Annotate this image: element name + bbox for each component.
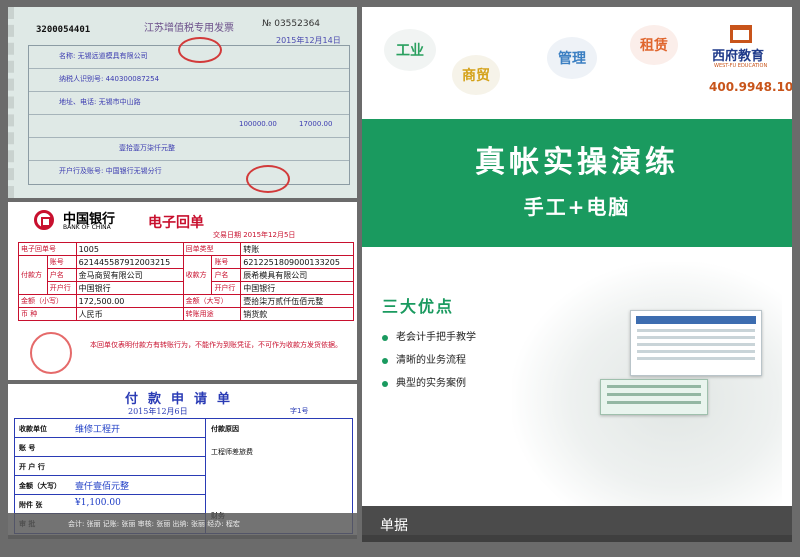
reason-value: 工程师差旅费 [211, 448, 253, 456]
invoice-total: 壹拾壹万柒仟元整 [119, 144, 175, 152]
payee-bank: 中国银行 [240, 281, 354, 295]
invoice-row-text: 名称: 无锡远道模具有限公司 [59, 52, 148, 60]
invoice-title: 江苏增值税专用发票 [144, 23, 234, 34]
payment-row: 账 号 [15, 438, 205, 457]
payee-account-label: 账号 [211, 255, 242, 269]
payer-name: 金马商贸有限公司 [75, 268, 184, 282]
payee-bank-label: 开户行 [211, 281, 242, 295]
brand-name: 西府教育 [712, 49, 765, 64]
advantage-item: 清晰的业务流程 [382, 354, 476, 377]
payee-label: 收款方 [182, 255, 213, 295]
advantage-item: 典型的实务案例 [382, 377, 476, 400]
phone-number: 400.9948.100 [709, 80, 792, 94]
bank-receipt: 中国银行 BANK OF CHINA 电子回单 交易日期 2015年12月5日 … [8, 202, 357, 380]
row-value: 维修工程开 [75, 425, 121, 435]
invoice-amount: 100000.00 [239, 120, 277, 128]
invoice-tax: 17000.00 [299, 120, 333, 128]
left-column: 3200054401 江苏增值税专用发票 № 03552364 2015年12月… [8, 7, 357, 535]
invoice-grid: 名称: 无锡远道模具有限公司 纳税人识别号: 440300087254 地址、电… [28, 45, 350, 185]
receipt-no-label: 电子回单号 [18, 242, 77, 256]
payee-name-label: 户名 [211, 268, 242, 282]
amount-upper: 壹拾柒万贰仟伍佰元整 [240, 294, 354, 308]
payer-label: 付款方 [18, 255, 48, 295]
caption-text: 单据 [380, 518, 408, 534]
receipt-type: 转账 [240, 242, 354, 256]
invoice-seal [178, 37, 222, 63]
invoice-row-text: 开户行及账号: 中国银行无锡分行 [59, 167, 162, 175]
invoice-row: 纳税人识别号: 440300087254 [29, 69, 349, 92]
row-label: 账 号 [19, 444, 36, 452]
row-label: 开 户 行 [19, 463, 45, 471]
currency-label: 币 种 [18, 307, 77, 321]
amount-upper-label: 金额（大写） [182, 294, 242, 308]
receipt-type-label: 回单类型 [182, 242, 242, 256]
receipt-note: 本回单仅表明付款方有转账行为，不能作为到账凭证，不可作为收款方发货依据。 [90, 341, 342, 349]
receipt-title: 电子回单 [148, 215, 204, 231]
image-caption: 单据 [362, 506, 792, 542]
promo-banner: 真帐实操演练 手工+电脑 [362, 119, 792, 247]
invoice-number: № 03552364 [262, 19, 321, 29]
currency: 人民币 [75, 307, 184, 321]
vat-invoice: 3200054401 江苏增值税专用发票 № 03552364 2015年12月… [8, 7, 357, 198]
invoice-row: 壹拾壹万柒仟元整 [29, 138, 349, 161]
amount-lower: 172,500.00 [75, 294, 184, 308]
payee-account: 6212251809000133205 [240, 255, 354, 269]
payment-title: 付款申请单 [124, 392, 240, 407]
bubble-management: 管理 [547, 37, 597, 79]
cheque-thumbnail [600, 379, 708, 415]
bank-of-china-logo-icon [34, 210, 54, 230]
payer-account-label: 账号 [46, 255, 77, 269]
purpose-label: 转账用途 [182, 307, 242, 321]
row-label: 金额（大写） [19, 482, 61, 490]
payer-name-label: 户名 [46, 268, 77, 282]
row-label: 附件 张 [19, 501, 43, 509]
invoice-row: 100000.00 17000.00 [29, 115, 349, 138]
advantage-item: 老会计手把手教学 [382, 331, 476, 354]
advantages-list: 老会计手把手教学 清晰的业务流程 典型的实务案例 [382, 331, 476, 400]
advantages-title: 三大优点 [382, 297, 455, 316]
purpose: 销货款 [240, 307, 354, 321]
payee-name: 辰希模具有限公司 [240, 268, 354, 282]
brand-logo-icon [730, 25, 752, 43]
brand-name-en: WEST-FU EDUCATION [714, 63, 768, 69]
invoice-row-text: 纳税人识别号: 440300087254 [59, 75, 160, 83]
bank-seal [30, 332, 72, 374]
payment-date: 2015年12月6日 [128, 407, 188, 416]
banner-subtitle: 手工+电脑 [523, 195, 631, 219]
signature-line: 会计: 张丽 记账: 张丽 审核: 张丽 出纳: 张丽 经办: 程宏 [68, 520, 240, 528]
payment-number: 字1号 [290, 407, 309, 415]
receipt-no: 1005 [75, 242, 184, 256]
bank-name-en: BANK OF CHINA [63, 224, 111, 231]
company-seal [246, 165, 290, 193]
ledger-thumbnail [630, 310, 762, 376]
bubble-industry: 工业 [384, 29, 436, 71]
reason-label: 付款原因 [211, 425, 239, 433]
payer-bank: 中国银行 [75, 281, 184, 295]
row-label: 收款单位 [19, 425, 47, 433]
amount-lower-label: 金额（小写） [18, 294, 77, 308]
invoice-code: 3200054401 [36, 25, 91, 35]
row-value: ¥1,100.00 [75, 498, 121, 508]
payer-bank-label: 开户行 [46, 281, 77, 295]
receipt-table: 电子回单号 1005 回单类型 转账 付款方 账号 62144558791200… [18, 242, 354, 321]
payment-row: 附件 张 ¥1,100.00 [15, 495, 205, 514]
banner-title: 真帐实操演练 [475, 145, 679, 180]
bubble-commerce: 商贸 [452, 55, 500, 95]
invoice-row: 地址、电话: 无锡市中山路 [29, 92, 349, 115]
payment-row: 收款单位 维修工程开 [15, 419, 205, 438]
transaction-date: 交易日期 2015年12月5日 [213, 231, 296, 239]
invoice-row-text: 地址、电话: 无锡市中山路 [59, 98, 141, 106]
invoice-row: 开户行及账号: 中国银行无锡分行 [29, 161, 349, 183]
promo-panel: 工业 商贸 管理 租赁 西府教育 WEST-FU EDUCATION 400.9… [362, 7, 792, 535]
payer-account: 621445587912003215 [75, 255, 184, 269]
footer-signatures: 会计: 张丽 记账: 张丽 审核: 张丽 出纳: 张丽 经办: 程宏 [8, 513, 357, 539]
bubble-leasing: 租赁 [630, 25, 678, 65]
row-value: 壹仟壹佰元整 [75, 482, 130, 492]
payment-row: 金额（大写） 壹仟壹佰元整 [15, 476, 205, 495]
payment-row: 开 户 行 [15, 457, 205, 476]
